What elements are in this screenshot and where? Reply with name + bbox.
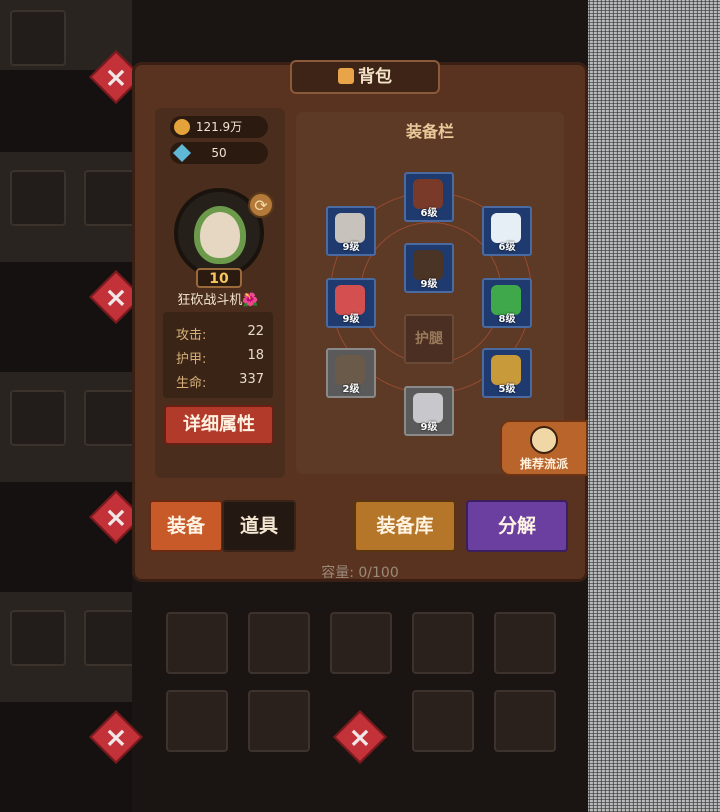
- level-badge: 10: [196, 268, 242, 288]
- backpack-icon: [338, 68, 354, 84]
- bg-slot: [10, 610, 66, 666]
- gem-icon: [172, 143, 192, 163]
- bg-slot: [10, 170, 66, 226]
- slot-level: 6级: [498, 242, 516, 253]
- slot-level: 9级: [342, 314, 360, 325]
- window-title: 背包: [290, 60, 440, 94]
- gem-counter: 50: [170, 142, 268, 164]
- stat-attack: 攻击: 22: [176, 324, 268, 343]
- gold-counter: 121.9万: [170, 116, 268, 138]
- tab-equipment[interactable]: 装备: [149, 500, 223, 552]
- bag-cell[interactable]: [494, 612, 556, 674]
- slot-level: 9级: [342, 242, 360, 253]
- slot-level: 9级: [420, 422, 438, 433]
- bag-cell[interactable]: [412, 690, 474, 752]
- recommend-build-button[interactable]: 推荐流派: [500, 420, 588, 476]
- fox-character-icon: [194, 206, 246, 264]
- capacity-text: 容量: 0/100: [321, 565, 399, 581]
- bag-cell[interactable]: [248, 690, 310, 752]
- gold-value: 121.9万: [195, 120, 243, 134]
- disassemble-button[interactable]: 分解: [466, 500, 568, 552]
- slot-legs[interactable]: 护腿: [404, 314, 454, 364]
- slot-feather[interactable]: 6级: [482, 206, 532, 256]
- bag-cell[interactable]: [412, 612, 474, 674]
- refresh-icon[interactable]: ⟳: [248, 192, 274, 218]
- equipment-title: 装备栏: [405, 122, 454, 141]
- thumbs-up-icon: [530, 426, 558, 454]
- detail-attributes-button[interactable]: 详细属性: [164, 405, 274, 445]
- gold-coin-icon: [174, 119, 190, 135]
- slot-boots[interactable]: 9级: [404, 386, 454, 436]
- slot-gauntlet[interactable]: 9级: [326, 278, 376, 328]
- bg-slot: [10, 390, 66, 446]
- slot-level: 5级: [498, 384, 516, 395]
- slot-scrolls[interactable]: 5级: [482, 348, 532, 398]
- noise-region: [588, 0, 720, 812]
- slot-ring[interactable]: 8级: [482, 278, 532, 328]
- stat-value: 22: [247, 324, 264, 339]
- slot-level: 6级: [420, 208, 438, 219]
- bag-cell[interactable]: [166, 612, 228, 674]
- slot-level: 2级: [342, 384, 360, 395]
- bag-cell[interactable]: [166, 690, 228, 752]
- stat-value: 18: [247, 348, 264, 363]
- slot-level: 9级: [420, 279, 438, 290]
- bag-cell[interactable]: [330, 612, 392, 674]
- equipment-store-button[interactable]: 装备库: [354, 500, 456, 552]
- stat-value: 337: [239, 372, 264, 387]
- bag-cell[interactable]: [248, 612, 310, 674]
- slot-crossbow[interactable]: 2级: [326, 348, 376, 398]
- character-name: 狂砍战斗机🌺: [177, 293, 259, 308]
- slot-level: 8级: [498, 314, 516, 325]
- slot-armor[interactable]: 9级: [404, 243, 454, 293]
- stat-label: 护甲:: [176, 352, 207, 367]
- slot-hat[interactable]: 6级: [404, 172, 454, 222]
- title-text: 背包: [358, 67, 392, 87]
- bag-cell[interactable]: [494, 690, 556, 752]
- gem-value: 50: [211, 146, 227, 160]
- stat-armor: 护甲: 18: [176, 348, 268, 367]
- empty-slot-label: 护腿: [415, 331, 443, 347]
- recommend-label: 推荐流派: [519, 457, 568, 471]
- bg-slot: [10, 10, 66, 66]
- stat-label: 攻击:: [176, 328, 207, 343]
- slot-helmet[interactable]: 9级: [326, 206, 376, 256]
- stat-hp: 生命: 337: [176, 372, 268, 391]
- tab-items[interactable]: 道具: [222, 500, 296, 552]
- stat-label: 生命:: [176, 376, 207, 391]
